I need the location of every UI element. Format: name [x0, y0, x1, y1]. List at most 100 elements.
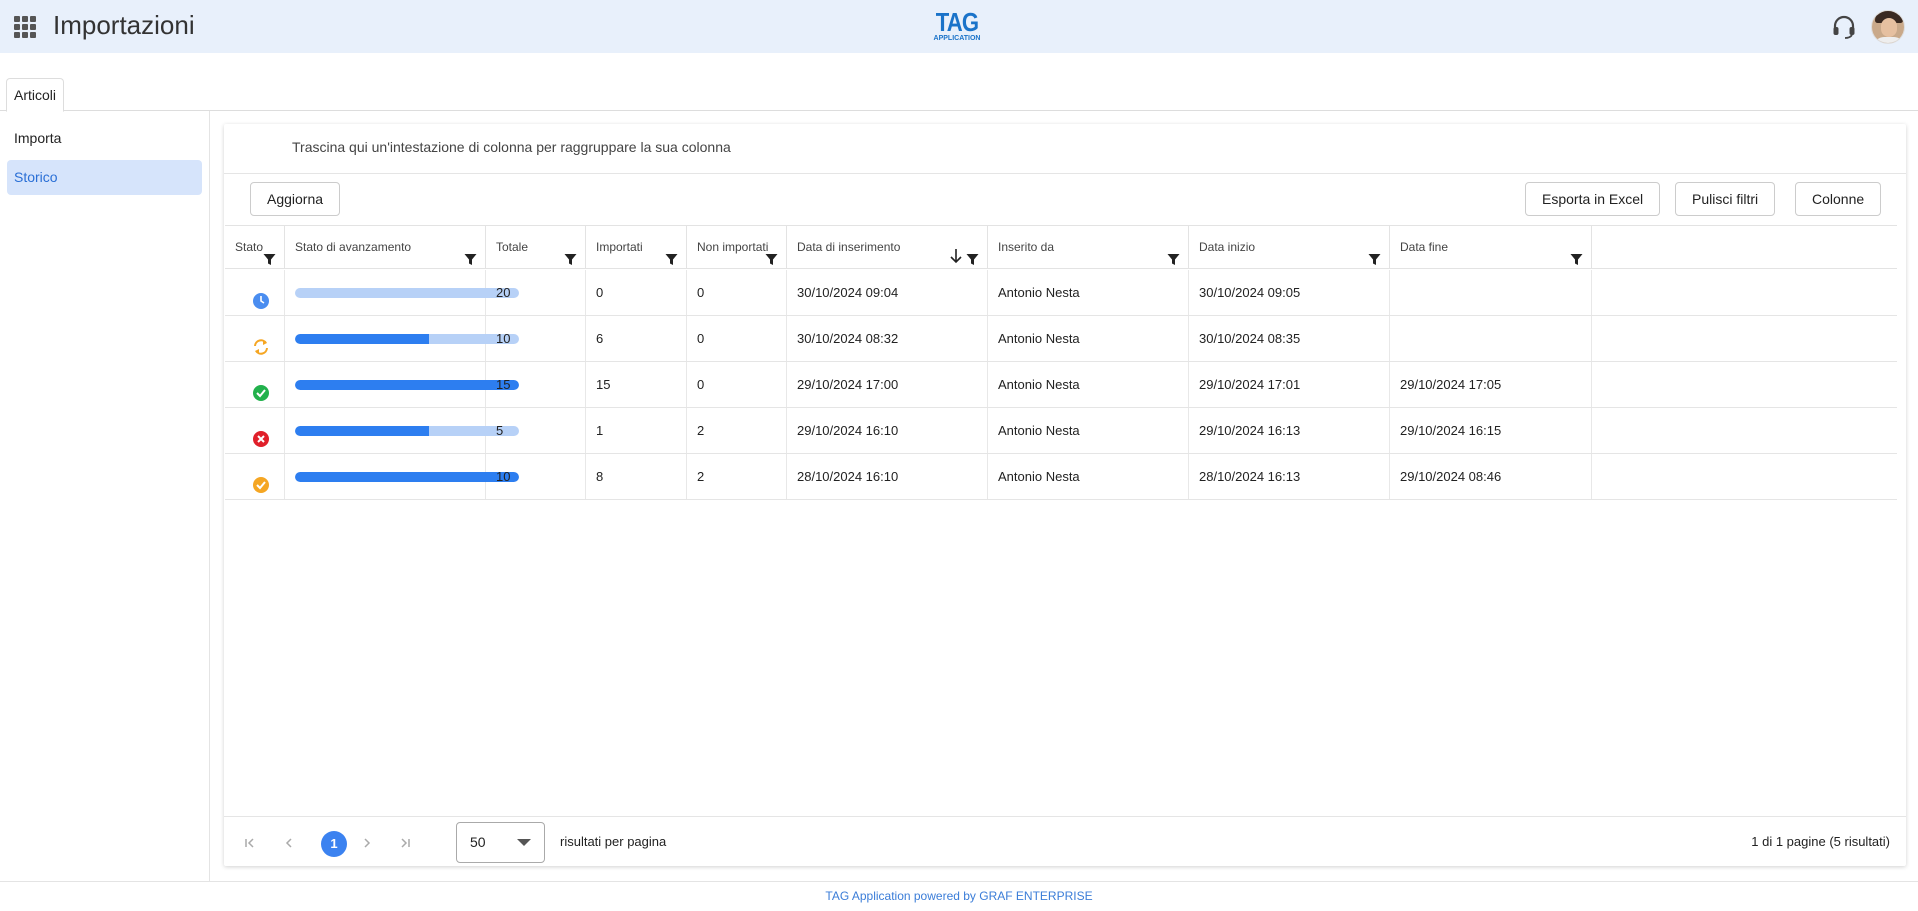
- cell-inserito-da: Antonio Nesta: [988, 454, 1189, 499]
- cell-data-inserimento: 30/10/2024 08:32: [787, 316, 988, 361]
- cell-non-importati: 0: [687, 270, 787, 315]
- cell-importati: 1: [586, 408, 687, 453]
- column-header-stato-avanzamento[interactable]: Stato di avanzamento: [285, 226, 486, 269]
- column-header-label: Data fine: [1400, 240, 1449, 254]
- cell-data-inserimento: 28/10/2024 16:10: [787, 454, 988, 499]
- status-cell: [225, 362, 285, 407]
- filter-icon[interactable]: [1167, 241, 1180, 265]
- error-circle-icon: [252, 421, 270, 447]
- status-cell: [225, 408, 285, 453]
- cell-data-inserimento: 30/10/2024 09:04: [787, 270, 988, 315]
- table-row[interactable]: 10 6 0 30/10/2024 08:32 Antonio Nesta 30/10/2…: [225, 316, 1897, 362]
- cell-data-inizio: 29/10/2024 16:13: [1189, 408, 1390, 453]
- last-page-icon[interactable]: [395, 832, 417, 854]
- column-header-data-inserimento[interactable]: Data di inserimento: [787, 226, 988, 269]
- filter-icon[interactable]: [665, 241, 678, 265]
- import-history-grid: Trascina qui un'intestazione di colonna …: [224, 124, 1906, 866]
- chevron-down-icon: [517, 839, 531, 846]
- check-circle-icon: [252, 375, 270, 401]
- progress-cell: [285, 316, 519, 361]
- tab-articoli[interactable]: Articoli: [6, 78, 65, 112]
- cell-data-fine: 29/10/2024 17:05: [1390, 362, 1592, 407]
- table-row[interactable]: 15 15 0 29/10/2024 17:00 Antonio Nesta 29/10/…: [225, 362, 1897, 408]
- cell-data-fine: 29/10/2024 08:46: [1390, 454, 1592, 499]
- column-header-data-fine[interactable]: Data fine: [1390, 226, 1592, 269]
- cell-totale: 10: [486, 454, 586, 499]
- column-header-data-inizio[interactable]: Data inizio: [1189, 226, 1390, 269]
- export-excel-button[interactable]: Esporta in Excel: [1525, 182, 1661, 216]
- progress-bar-fill: [295, 426, 430, 436]
- pager-info: 1 di 1 pagine (5 risultati): [1751, 834, 1890, 849]
- clock-icon: [252, 283, 270, 309]
- cell-inserito-da: Antonio Nesta: [988, 362, 1189, 407]
- column-header-label: Non importati: [697, 240, 769, 254]
- page-size-select[interactable]: 50: [456, 822, 545, 863]
- sidebar-item-storico[interactable]: Storico: [7, 160, 202, 195]
- column-header-importati[interactable]: Importati: [586, 226, 687, 269]
- column-header-inserito-da[interactable]: Inserito da: [988, 226, 1189, 269]
- cell-data-inizio: 28/10/2024 16:13: [1189, 454, 1390, 499]
- refresh-button[interactable]: Aggiorna: [250, 182, 341, 216]
- headset-icon[interactable]: [1830, 13, 1858, 41]
- clear-filters-button[interactable]: Pulisci filtri: [1675, 182, 1776, 216]
- column-header-non-importati[interactable]: Non importati: [687, 226, 787, 269]
- progress-bar-fill: [295, 334, 430, 344]
- filter-icon[interactable]: [564, 241, 577, 265]
- filter-icon[interactable]: [1570, 241, 1583, 265]
- column-header-stato[interactable]: Stato: [225, 226, 285, 269]
- user-avatar[interactable]: [1871, 10, 1905, 44]
- prev-page-icon[interactable]: [278, 832, 300, 854]
- filter-icon[interactable]: [765, 241, 778, 265]
- cell-importati: 0: [586, 270, 687, 315]
- progress-cell: [285, 270, 519, 315]
- table-row[interactable]: 5 1 2 29/10/2024 16:10 Antonio Nesta 29/10/20…: [225, 408, 1897, 454]
- status-cell: [225, 316, 285, 361]
- sort-descending-icon[interactable]: [949, 239, 963, 264]
- footer: TAG Application powered by GRAF ENTERPRI…: [0, 881, 1918, 911]
- pager: 1 50 risultati per pagina 1 di 1 pagine …: [224, 816, 1906, 866]
- cell-data-inserimento: 29/10/2024 17:00: [787, 362, 988, 407]
- column-header-totale[interactable]: Totale: [486, 226, 586, 269]
- table-row[interactable]: 10 8 2 28/10/2024 16:10 Antonio Nesta 28/10/2…: [225, 454, 1897, 500]
- filter-icon[interactable]: [966, 241, 979, 265]
- sidebar: Importa Storico: [0, 111, 210, 881]
- first-page-icon[interactable]: [238, 832, 260, 854]
- cell-inserito-da: Antonio Nesta: [988, 270, 1189, 315]
- module-tabs: Articoli: [0, 78, 1918, 112]
- check-warning-icon: [252, 467, 270, 493]
- progress-cell: [285, 362, 519, 407]
- page-size-value: 50: [470, 834, 486, 850]
- cell-totale: 10: [486, 316, 586, 361]
- page-number-current[interactable]: 1: [321, 831, 347, 857]
- column-header-label: Data di inserimento: [797, 240, 901, 254]
- filter-icon[interactable]: [263, 241, 276, 265]
- progress-cell: [285, 454, 519, 499]
- column-header-label: Importati: [596, 240, 643, 254]
- column-header-label: Totale: [496, 240, 529, 254]
- cell-importati: 6: [586, 316, 687, 361]
- columns-button[interactable]: Colonne: [1795, 182, 1882, 216]
- cell-non-importati: 2: [687, 454, 787, 499]
- sidebar-item-importa[interactable]: Importa: [7, 121, 202, 156]
- cell-importati: 8: [586, 454, 687, 499]
- page-size-label: risultati per pagina: [560, 834, 667, 849]
- cell-non-importati: 0: [687, 316, 787, 361]
- apps-grid-icon[interactable]: [14, 16, 36, 38]
- tag-application-logo: TAG APPLICATION: [929, 9, 985, 43]
- group-hint-text: Trascina qui un'intestazione di colonna …: [292, 139, 731, 155]
- cell-totale: 5: [486, 408, 586, 453]
- group-panel[interactable]: Trascina qui un'intestazione di colonna …: [224, 124, 1906, 174]
- cell-totale: 20: [486, 270, 586, 315]
- cell-data-fine: [1390, 270, 1592, 315]
- page-title: Importazioni: [53, 10, 195, 40]
- cell-importati: 15: [586, 362, 687, 407]
- filter-icon[interactable]: [1368, 241, 1381, 265]
- cell-non-importati: 0: [687, 362, 787, 407]
- filter-icon[interactable]: [464, 241, 477, 265]
- cell-totale: 15: [486, 362, 586, 407]
- next-page-icon[interactable]: [356, 832, 378, 854]
- table-header: Stato Stato di avanzamento Totale Importati…: [225, 225, 1897, 269]
- table-row[interactable]: 20 0 0 30/10/2024 09:04 Antonio Nesta 30/10/2…: [225, 270, 1897, 316]
- cell-data-inizio: 29/10/2024 17:01: [1189, 362, 1390, 407]
- cell-inserito-da: Antonio Nesta: [988, 408, 1189, 453]
